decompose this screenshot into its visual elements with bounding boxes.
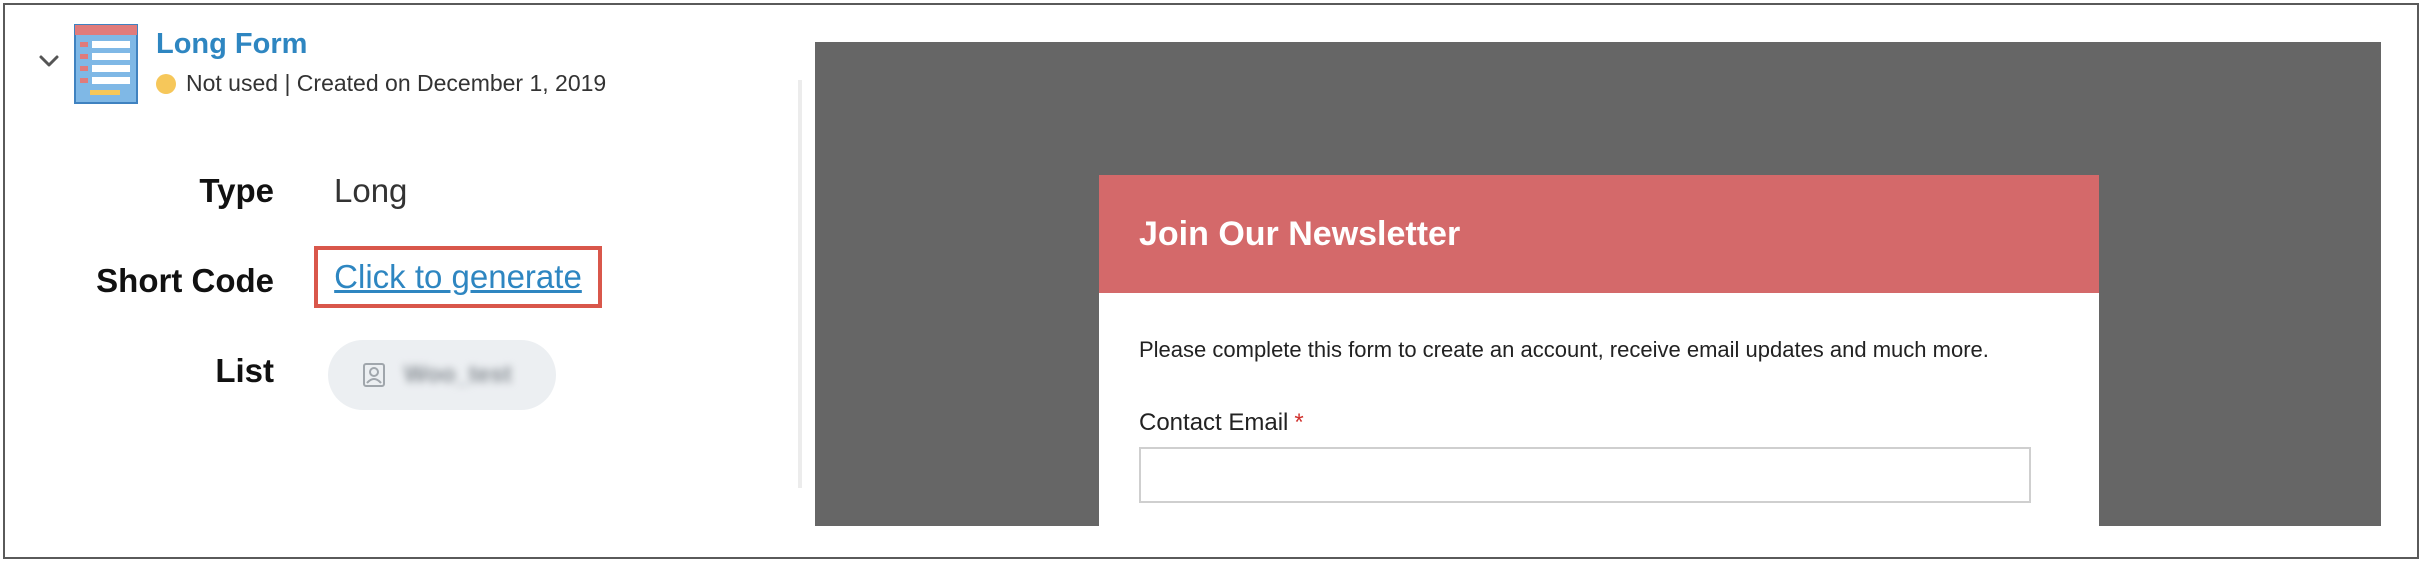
list-badge[interactable]: Woo_test (328, 340, 556, 410)
type-label: Type (199, 172, 274, 209)
form-list-icon (74, 24, 138, 104)
list-name: Woo_test (404, 361, 512, 388)
contact-email-label: Contact Email * (1139, 409, 1304, 437)
panel-divider (798, 80, 802, 488)
newsletter-description: Please complete this form to create an a… (1139, 337, 1989, 362)
generate-shortcode-link[interactable]: Click to generate (334, 258, 582, 296)
contact-email-text: Contact Email (1139, 409, 1289, 436)
shortcode-label: Short Code (96, 262, 274, 299)
newsletter-card: Join Our Newsletter Please complete this… (1099, 175, 2099, 526)
form-title[interactable]: Long Form (156, 28, 307, 61)
form-status: Not used | Created on December 1, 2019 (156, 70, 606, 97)
shortcode-highlight: Click to generate (314, 246, 602, 308)
newsletter-header: Join Our Newsletter (1099, 175, 2099, 293)
list-label: List (215, 352, 274, 389)
chevron-down-icon[interactable] (36, 48, 62, 74)
contact-email-input[interactable] (1139, 447, 2031, 503)
required-marker: * (1294, 409, 1304, 436)
contact-card-icon (363, 363, 385, 387)
type-value: Long (334, 172, 408, 209)
newsletter-heading: Join Our Newsletter (1139, 214, 1461, 253)
status-text: Not used | Created on December 1, 2019 (186, 70, 607, 96)
status-dot-icon (156, 73, 176, 94)
form-preview: Join Our Newsletter Please complete this… (815, 42, 2381, 526)
